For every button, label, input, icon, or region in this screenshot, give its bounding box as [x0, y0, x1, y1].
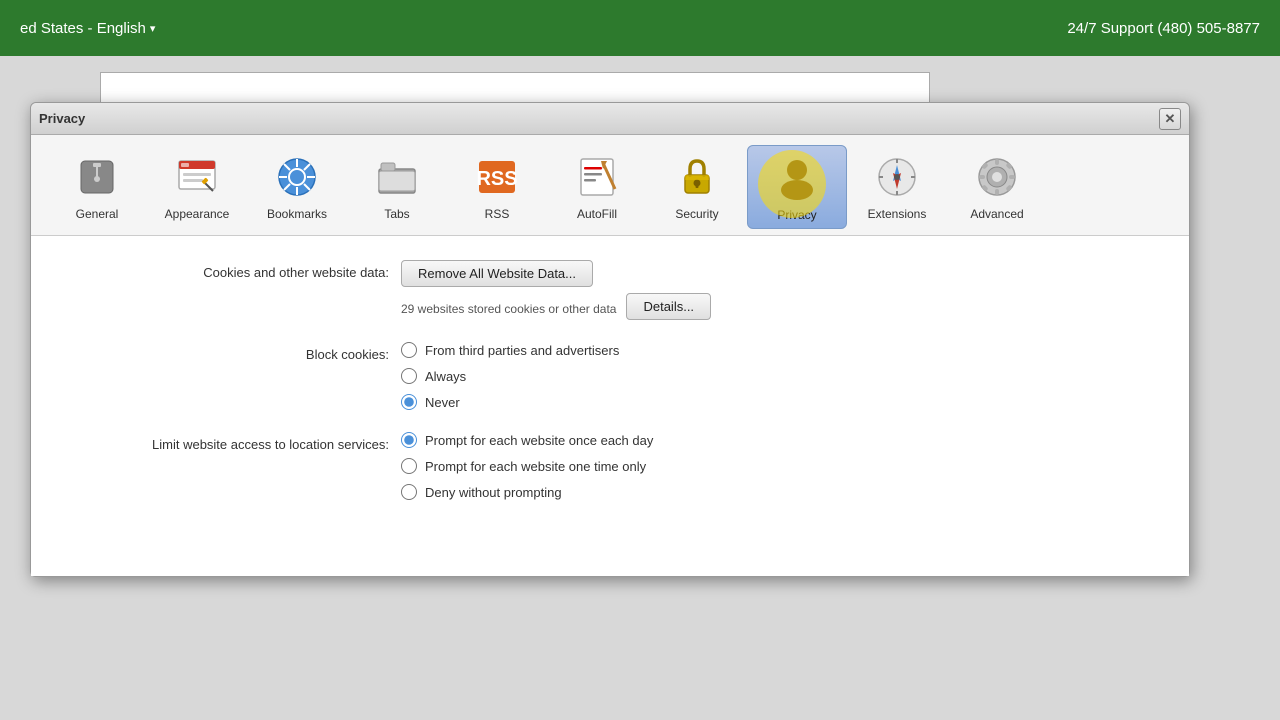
tabs-icon	[371, 151, 423, 203]
general-icon	[71, 151, 123, 203]
location-selector[interactable]: ed States - English ▾	[20, 20, 155, 37]
svg-text:RSS: RSS	[476, 168, 517, 190]
tab-general[interactable]: General	[47, 145, 147, 227]
tab-autofill[interactable]: AutoFill	[547, 145, 647, 227]
tab-privacy-label: Privacy	[777, 208, 816, 222]
block-cookies-always[interactable]: Always	[401, 368, 619, 384]
radio-third-parties-label: From third parties and advertisers	[425, 343, 619, 358]
radio-third-parties[interactable]	[401, 342, 417, 358]
tab-tabs[interactable]: Tabs	[347, 145, 447, 227]
radio-prompt-each-day[interactable]	[401, 432, 417, 448]
website-count-row: 29 websites stored cookies or other data…	[401, 293, 711, 320]
radio-always-label: Always	[425, 369, 466, 384]
location-label: Limit website access to location service…	[71, 432, 401, 452]
autofill-icon	[571, 151, 623, 203]
tab-privacy[interactable]: Privacy	[747, 145, 847, 229]
tab-autofill-label: AutoFill	[577, 207, 617, 221]
radio-deny[interactable]	[401, 484, 417, 500]
advanced-icon	[971, 151, 1023, 203]
support-number: 24/7 Support (480) 505-8877	[1067, 20, 1260, 37]
block-cookies-radio-group: From third parties and advertisers Alway…	[401, 342, 619, 410]
tab-rss[interactable]: RSS RSS	[447, 145, 547, 227]
cookies-buttons-row: Remove All Website Data...	[401, 260, 711, 287]
remove-all-button[interactable]: Remove All Website Data...	[401, 260, 593, 287]
tab-tabs-label: Tabs	[384, 207, 409, 221]
extensions-icon	[871, 151, 923, 203]
tab-extensions[interactable]: Extensions	[847, 145, 947, 227]
bookmarks-icon	[271, 151, 323, 203]
dialog-title: Privacy	[39, 111, 85, 126]
tab-bookmarks[interactable]: Bookmarks	[247, 145, 347, 227]
block-cookies-label: Block cookies:	[71, 342, 401, 362]
radio-deny-label: Deny without prompting	[425, 485, 562, 500]
tab-advanced-label: Advanced	[970, 207, 1023, 221]
block-cookies-controls: From third parties and advertisers Alway…	[401, 342, 619, 410]
radio-always[interactable]	[401, 368, 417, 384]
radio-prompt-one-time[interactable]	[401, 458, 417, 474]
tab-security-label: Security	[675, 207, 718, 221]
content-area: Cookies and other website data: Remove A…	[31, 236, 1189, 576]
location-prompt-each-day[interactable]: Prompt for each website once each day	[401, 432, 653, 448]
location-deny[interactable]: Deny without prompting	[401, 484, 653, 500]
tab-appearance-label: Appearance	[165, 207, 230, 221]
preferences-toolbar: General Appearance	[31, 135, 1189, 236]
tab-security[interactable]: Security	[647, 145, 747, 227]
privacy-dialog: Privacy ✕ General	[30, 102, 1190, 577]
security-icon	[671, 151, 723, 203]
details-button[interactable]: Details...	[626, 293, 711, 320]
radio-never[interactable]	[401, 394, 417, 410]
tab-general-label: General	[76, 207, 119, 221]
block-cookies-third-parties[interactable]: From third parties and advertisers	[401, 342, 619, 358]
rss-icon: RSS	[471, 151, 523, 203]
title-bar: Privacy ✕	[31, 103, 1189, 135]
background-content: Privacy ✕ General	[0, 56, 1280, 720]
close-button[interactable]: ✕	[1159, 108, 1181, 130]
privacy-icon	[771, 152, 823, 204]
radio-prompt-each-day-label: Prompt for each website once each day	[425, 433, 653, 448]
location-radio-group: Prompt for each website once each day Pr…	[401, 432, 653, 500]
tab-advanced[interactable]: Advanced	[947, 145, 1047, 227]
block-cookies-never[interactable]: Never	[401, 394, 619, 410]
location-prompt-one-time[interactable]: Prompt for each website one time only	[401, 458, 653, 474]
location-controls: Prompt for each website once each day Pr…	[401, 432, 653, 500]
location-dropdown-arrow: ▾	[150, 22, 156, 35]
tab-rss-label: RSS	[485, 207, 510, 221]
close-icon: ✕	[1165, 111, 1176, 127]
cookies-controls: Remove All Website Data... 29 websites s…	[401, 260, 711, 320]
cookies-row: Cookies and other website data: Remove A…	[71, 260, 1149, 320]
tab-extensions-label: Extensions	[868, 207, 927, 221]
radio-prompt-one-time-label: Prompt for each website one time only	[425, 459, 646, 474]
cookies-label: Cookies and other website data:	[71, 260, 401, 280]
tab-bookmarks-label: Bookmarks	[267, 207, 327, 221]
appearance-icon	[171, 151, 223, 203]
location-text: ed States - English	[20, 20, 146, 37]
radio-never-label: Never	[425, 395, 460, 410]
location-row: Limit website access to location service…	[71, 432, 1149, 500]
block-cookies-row: Block cookies: From third parties and ad…	[71, 342, 1149, 410]
website-count-text: 29 websites stored cookies or other data	[401, 297, 616, 316]
top-bar: ed States - English ▾ 24/7 Support (480)…	[0, 0, 1280, 56]
tab-appearance[interactable]: Appearance	[147, 145, 247, 227]
